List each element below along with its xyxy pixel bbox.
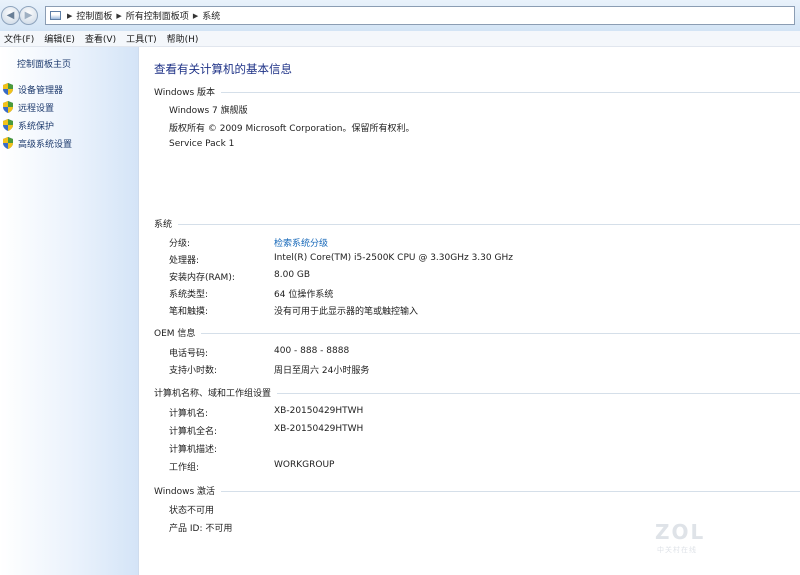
sidebar-item-device-manager[interactable]: 设备管理器: [3, 80, 72, 98]
info-label: 处理器:: [169, 256, 200, 266]
product-id: 产品 ID: 不可用: [169, 524, 233, 534]
section-divider: [221, 91, 800, 93]
windows-edition-text: Windows 7 旗舰版: [169, 106, 248, 116]
address-toolbar: ◀ ▶ ▶ 控制面板 ▶ 所有控制面板项 ▶ 系统: [0, 0, 800, 32]
section-activation: Windows 激活: [154, 484, 800, 497]
info-value: XB-20150429HTWH: [274, 406, 364, 416]
info-value: WORKGROUP: [274, 460, 335, 470]
info-row-computer-name: 计算机名: XB-20150429HTWH: [169, 406, 789, 419]
shield-icon: [3, 119, 13, 131]
arrow-right-icon: ▶: [24, 9, 33, 21]
watermark-logo-text: ZOL: [655, 520, 706, 544]
sidebar-item-label: 高级系统设置: [18, 139, 73, 150]
info-value: 64 位操作系统: [274, 290, 334, 300]
info-label: 安装内存(RAM):: [169, 273, 235, 283]
forward-button[interactable]: ▶: [19, 6, 38, 25]
info-label: 计算机全名:: [169, 427, 218, 437]
section-heading: OEM 信息: [154, 328, 196, 339]
info-label: 系统类型:: [169, 290, 209, 300]
breadcrumb-system[interactable]: 系统: [202, 9, 220, 22]
section-divider: [277, 392, 800, 394]
main-content: 查看有关计算机的基本信息 Windows 版本 Windows 7 旗舰版 版权…: [139, 47, 800, 575]
watermark-logo: ZOL 中关村在线: [655, 520, 715, 560]
info-label: 笔和触摸:: [169, 307, 209, 317]
menu-view[interactable]: 查看(V): [80, 32, 121, 45]
system-rating-link[interactable]: 检索系统分级: [274, 236, 328, 249]
sidebar-item-label: 远程设置: [18, 103, 55, 114]
info-label: 计算机描述:: [169, 445, 218, 455]
section-divider: [221, 490, 800, 492]
info-value: 8.00 GB: [274, 270, 311, 280]
page-title: 查看有关计算机的基本信息: [154, 62, 292, 76]
section-computer-name: 计算机名称、域和工作组设置: [154, 386, 800, 399]
section-heading: 计算机名称、域和工作组设置: [154, 388, 272, 399]
sidebar-item-system-protection[interactable]: 系统保护: [3, 116, 72, 134]
section-windows-edition: Windows 版本: [154, 85, 800, 98]
info-row-ram: 安装内存(RAM): 8.00 GB: [169, 270, 789, 283]
breadcrumb-arrow-icon[interactable]: ▶: [67, 12, 72, 20]
breadcrumb-all-items[interactable]: 所有控制面板项: [126, 9, 189, 22]
section-heading: Windows 激活: [154, 486, 216, 497]
section-heading: 系统: [154, 219, 173, 230]
info-value: 周日至周六 24小时服务: [274, 366, 370, 376]
section-oem: OEM 信息: [154, 326, 800, 339]
info-label: 工作组:: [169, 463, 200, 473]
info-label: 电话号码:: [169, 349, 209, 359]
info-row-support-hours: 支持小时数: 周日至周六 24小时服务: [169, 363, 789, 376]
address-bar[interactable]: ▶ 控制面板 ▶ 所有控制面板项 ▶ 系统: [45, 6, 795, 25]
info-row-rating: 分级: 检索系统分级: [169, 236, 789, 249]
service-pack-text: Service Pack 1: [169, 139, 235, 149]
menu-tools[interactable]: 工具(T): [121, 32, 162, 45]
back-button[interactable]: ◀: [1, 6, 20, 25]
menu-file[interactable]: 文件(F): [0, 32, 39, 45]
info-row-workgroup: 工作组: WORKGROUP: [169, 460, 789, 473]
breadcrumb-arrow-icon[interactable]: ▶: [116, 12, 121, 20]
sidebar: 控制面板主页 设备管理器 远程设置 系统保护 高级系统设置: [0, 47, 139, 575]
sidebar-item-label: 设备管理器: [18, 85, 64, 96]
menu-help[interactable]: 帮助(H): [162, 32, 204, 45]
sidebar-task-list: 设备管理器 远程设置 系统保护 高级系统设置: [3, 80, 72, 152]
info-value: 400 - 888 - 8888: [274, 346, 350, 356]
section-divider: [178, 223, 800, 225]
info-value: Intel(R) Core(TM) i5-2500K CPU @ 3.30GHz…: [274, 253, 513, 263]
info-row-system-type: 系统类型: 64 位操作系统: [169, 287, 789, 300]
info-label: 计算机名:: [169, 409, 209, 419]
info-label: 分级:: [169, 239, 191, 249]
info-row-processor: 处理器: Intel(R) Core(TM) i5-2500K CPU @ 3.…: [169, 253, 789, 266]
section-heading: Windows 版本: [154, 87, 216, 98]
info-row-full-name: 计算机全名: XB-20150429HTWH: [169, 424, 789, 437]
copyright-text: 版权所有 © 2009 Microsoft Corporation。保留所有权利…: [169, 124, 415, 134]
section-divider: [201, 332, 800, 334]
info-row-pen-touch: 笔和触摸: 没有可用于此显示器的笔或触控输入: [169, 304, 789, 317]
info-value: 没有可用于此显示器的笔或触控输入: [274, 307, 419, 317]
sidebar-home-link[interactable]: 控制面板主页: [17, 57, 71, 70]
info-row-description: 计算机描述:: [169, 442, 789, 455]
activation-status: 状态不可用: [169, 506, 215, 516]
control-panel-icon: [50, 11, 61, 20]
info-label: 支持小时数:: [169, 366, 218, 376]
arrow-left-icon: ◀: [6, 9, 15, 21]
sidebar-item-remote-settings[interactable]: 远程设置: [3, 98, 72, 116]
shield-icon: [3, 137, 13, 149]
breadcrumb-arrow-icon[interactable]: ▶: [193, 12, 198, 20]
shield-icon: [3, 83, 13, 95]
watermark-sub-text: 中关村在线: [657, 546, 697, 554]
menu-bar: 文件(F) 编辑(E) 查看(V) 工具(T) 帮助(H): [0, 31, 800, 47]
shield-icon: [3, 101, 13, 113]
info-value: XB-20150429HTWH: [274, 424, 364, 434]
menu-edit[interactable]: 编辑(E): [39, 32, 80, 45]
section-system: 系统: [154, 217, 800, 230]
breadcrumb-control-panel[interactable]: 控制面板: [76, 9, 112, 22]
sidebar-item-label: 系统保护: [18, 121, 55, 132]
sidebar-item-advanced-settings[interactable]: 高级系统设置: [3, 134, 72, 152]
info-row-phone: 电话号码: 400 - 888 - 8888: [169, 346, 789, 359]
